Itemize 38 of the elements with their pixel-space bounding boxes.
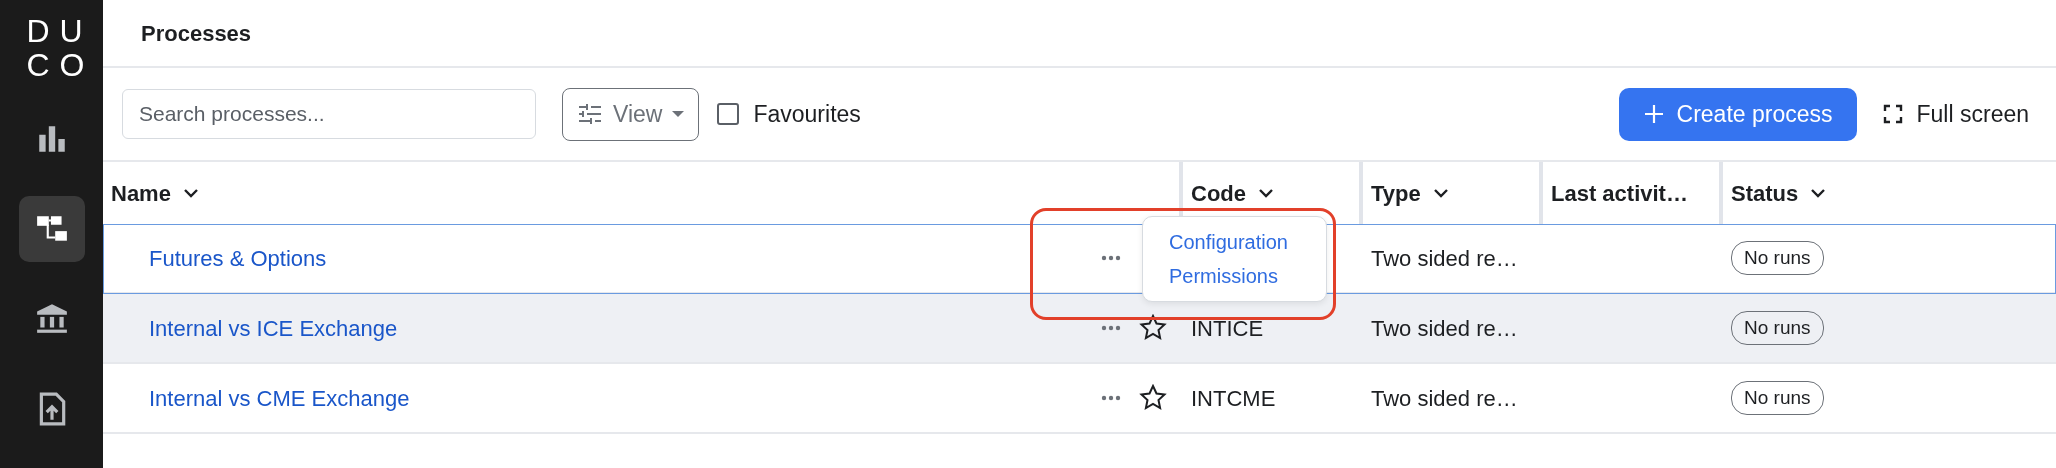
table-cell-text: Two sided re… (1371, 314, 1518, 343)
create-process-button[interactable]: Create process (1618, 87, 1857, 141)
more-icon[interactable] (1101, 255, 1121, 261)
table-cell-text: Two sided re… (1371, 244, 1518, 273)
table-cell-text: INTCME (1191, 384, 1276, 413)
table-cell-text: Two sided re… (1371, 384, 1518, 413)
process-link[interactable]: Internal vs ICE Exchange (149, 311, 398, 345)
process-link[interactable]: Internal vs CME Exchange (149, 381, 410, 415)
bank-icon (34, 302, 69, 336)
chevron-down-icon (1258, 187, 1274, 199)
chevron-down-icon (182, 187, 199, 199)
more-icon[interactable] (1101, 325, 1121, 331)
status-badge: No runs (1731, 310, 1824, 346)
chevron-down-icon (1810, 187, 1827, 199)
sliders-icon (577, 101, 603, 127)
checkbox-label[interactable]: Favourites (753, 96, 861, 132)
caret-icon (672, 111, 685, 117)
expand-icon (1882, 104, 1903, 124)
table-cell-text: INTICE (1191, 314, 1264, 343)
status-badge: No runs (1731, 240, 1824, 276)
full-screen-button[interactable]: Full screen (1874, 96, 2037, 132)
process-link[interactable]: Futures & Options (149, 241, 327, 275)
menu-link[interactable]: Configuration (1143, 225, 1326, 259)
view-button[interactable]: View (562, 87, 700, 141)
more-icon[interactable] (1101, 395, 1121, 401)
plus-icon (1642, 103, 1665, 125)
page-title: Processes (141, 19, 252, 48)
chevron-down-icon (1432, 187, 1449, 199)
search-field[interactable]: Search processes... (122, 89, 536, 139)
table-row[interactable]: Internal vs ICE Exchange INTICE Two sided re… No runs (103, 294, 2056, 364)
star-icon[interactable] (1139, 384, 1167, 412)
menu-link[interactable]: Permissions (1143, 259, 1326, 293)
column-header[interactable]: Status (1723, 162, 2056, 224)
nav-item[interactable] (18, 196, 85, 262)
star-icon[interactable] (1139, 314, 1167, 342)
logo: DUCO (25, 14, 87, 82)
favourites-checkbox[interactable] (717, 103, 740, 125)
status-badge: No runs (1731, 380, 1824, 416)
